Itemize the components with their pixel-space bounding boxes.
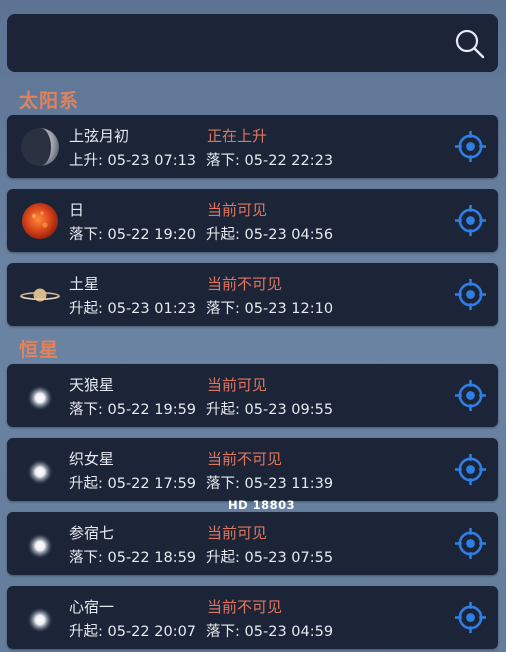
item-status: 当前不可见 (207, 275, 283, 293)
item-status: 当前可见 (207, 376, 268, 394)
time1: 落下: 05-22 19:59 (69, 402, 197, 418)
time1: 落下: 05-22 18:59 (69, 550, 197, 566)
time1: 落下: 05-22 19:20 (69, 227, 197, 243)
item-name: 织女星 (69, 450, 115, 468)
item-name: 心宿一 (69, 598, 115, 616)
item-times: 落下: 05-22 19:59 升起: 05-23 09:55 (69, 398, 343, 419)
star-icon (27, 607, 53, 633)
item-status: 当前不可见 (207, 450, 283, 468)
list-item[interactable]: 土星 当前不可见 升起: 05-23 01:23 落下: 05-23 12:10 (7, 263, 498, 326)
crosshair-target-icon[interactable] (454, 278, 487, 311)
crosshair-target-icon[interactable] (454, 527, 487, 560)
time1: 升起: 05-22 20:07 (69, 624, 197, 640)
item-times: 落下: 05-22 18:59 升起: 05-23 07:55 (69, 546, 343, 567)
item-times: 升起: 05-23 01:23 落下: 05-23 12:10 (69, 297, 343, 318)
time2: 升起: 05-23 04:56 (206, 227, 334, 243)
item-status: 正在上升 (207, 127, 268, 145)
time2: 落下: 05-22 22:23 (206, 153, 334, 169)
item-name: 上弦月初 (69, 127, 130, 145)
search-icon[interactable] (454, 28, 486, 60)
item-times: 升起: 05-22 20:07 落下: 05-23 04:59 (69, 620, 343, 641)
crosshair-target-icon[interactable] (454, 379, 487, 412)
moon-icon (21, 128, 59, 166)
list-item[interactable]: 参宿七 当前可见 落下: 05-22 18:59 升起: 05-23 07:55 (7, 512, 498, 575)
list-item[interactable]: 天狼星 当前可见 落下: 05-22 19:59 升起: 05-23 09:55 (7, 364, 498, 427)
time1: 上升: 05-23 07:13 (69, 153, 197, 169)
time1: 升起: 05-22 17:59 (69, 476, 197, 492)
time2: 落下: 05-23 11:39 (206, 476, 334, 492)
list-item[interactable]: 日 当前可见 落下: 05-22 19:20 升起: 05-23 04:56 (7, 189, 498, 252)
list-item[interactable]: 织女星 当前不可见 升起: 05-22 17:59 落下: 05-23 11:39 (7, 438, 498, 501)
time2: 升起: 05-23 07:55 (206, 550, 334, 566)
star-icon (27, 459, 53, 485)
item-name: 天狼星 (69, 376, 115, 394)
crosshair-target-icon[interactable] (454, 130, 487, 163)
item-name: 日 (69, 201, 85, 219)
time2: 升起: 05-23 09:55 (206, 402, 334, 418)
item-status: 当前可见 (207, 201, 268, 219)
item-name: 参宿七 (69, 524, 115, 542)
time2: 落下: 05-23 12:10 (206, 301, 334, 317)
section-title-solar-system: 太阳系 (19, 90, 80, 112)
item-name: 土星 (69, 275, 100, 293)
time2: 落下: 05-23 04:59 (206, 624, 334, 640)
search-bar[interactable] (7, 14, 498, 72)
section-title-stars: 恒星 (19, 339, 60, 361)
item-status: 当前可见 (207, 524, 268, 542)
saturn-icon (20, 288, 60, 302)
hd-star-label: HD 18803 (228, 498, 296, 512)
star-icon (27, 385, 53, 411)
crosshair-target-icon[interactable] (454, 601, 487, 634)
item-times: 上升: 05-23 07:13 落下: 05-22 22:23 (69, 149, 343, 170)
item-status: 当前不可见 (207, 598, 283, 616)
sun-icon (22, 203, 58, 239)
crosshair-target-icon[interactable] (454, 204, 487, 237)
item-times: 升起: 05-22 17:59 落下: 05-23 11:39 (69, 472, 343, 493)
item-times: 落下: 05-22 19:20 升起: 05-23 04:56 (69, 223, 343, 244)
star-icon (27, 533, 53, 559)
crosshair-target-icon[interactable] (454, 453, 487, 486)
list-item[interactable]: 上弦月初 正在上升 上升: 05-23 07:13 落下: 05-22 22:23 (7, 115, 498, 178)
list-item[interactable]: 心宿一 当前不可见 升起: 05-22 20:07 落下: 05-23 04:59 (7, 586, 498, 649)
time1: 升起: 05-23 01:23 (69, 301, 197, 317)
